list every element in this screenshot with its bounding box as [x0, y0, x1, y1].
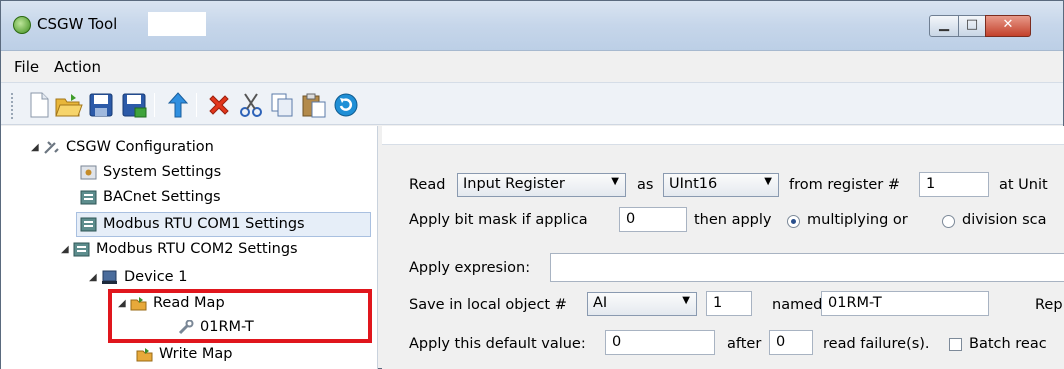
menu-bar: File Action [1, 52, 1063, 82]
close-button[interactable]: ✕ [985, 15, 1031, 37]
modbus-icon [73, 242, 90, 257]
tree-item-system[interactable]: System Settings [80, 160, 221, 184]
default-value-label: Apply this default value: [409, 336, 586, 352]
failures-label: read failure(s). [823, 336, 930, 352]
tree-label-bacnet: BACnet Settings [103, 189, 221, 205]
paste-icon[interactable] [299, 90, 329, 120]
register-form [382, 126, 1064, 369]
system-settings-icon [80, 165, 97, 180]
minimize-button[interactable]: ▁ [929, 15, 959, 37]
tree-item-write-map[interactable]: Write Map [136, 342, 233, 366]
save-object-label: Save in local object # [409, 297, 567, 313]
tree-label-system: System Settings [103, 164, 222, 180]
bacnet-icon [80, 190, 97, 205]
tree-item-bacnet[interactable]: BACnet Settings [80, 185, 221, 209]
after-label: after [727, 336, 762, 352]
dropdown-arrow-icon: ▼ [611, 176, 619, 187]
batch-checkbox[interactable] [949, 338, 962, 351]
rep-label: Rep [1035, 297, 1063, 313]
maximize-button[interactable]: □ [958, 15, 986, 37]
expand-arrow-icon[interactable]: ◢ [31, 142, 43, 153]
refresh-icon[interactable] [331, 90, 361, 120]
app-window: CSGW Tool ▁ □ ✕ File Action ◢ CSGW Confi… [0, 0, 1064, 369]
close-icon: ✕ [1002, 17, 1014, 32]
object-type-value: AI [593, 295, 608, 311]
data-type-value: UInt16 [669, 176, 718, 192]
bit-mask-input[interactable]: 0 [619, 207, 687, 232]
tree-label-root: CSGW Configuration [66, 139, 214, 155]
object-number-input[interactable]: 1 [706, 291, 752, 316]
toolbar-separator [196, 93, 197, 117]
open-icon[interactable] [53, 90, 83, 120]
dropdown-arrow-icon: ▼ [764, 176, 772, 187]
expression-label: Apply expresion: [409, 260, 531, 276]
multiplying-label: multiplying or [807, 212, 908, 228]
window-title: CSGW Tool [37, 15, 118, 33]
device-icon [101, 270, 118, 285]
minimize-icon: ▁ [939, 17, 949, 32]
division-radio[interactable] [942, 215, 955, 228]
tree-label-write-map: Write Map [159, 346, 233, 362]
division-label: division sca [962, 212, 1047, 228]
save-as-icon[interactable] [119, 90, 149, 120]
register-type-value: Input Register [463, 176, 565, 192]
multiplying-radio[interactable] [787, 215, 800, 228]
as-label: as [637, 177, 654, 193]
upload-icon[interactable] [163, 90, 193, 120]
toolbar-grip[interactable] [11, 93, 14, 119]
register-number-input[interactable]: 1 [919, 172, 989, 197]
batch-label: Batch reac [969, 336, 1047, 352]
register-type-select[interactable]: Input Register ▼ [457, 173, 626, 197]
maximize-icon: □ [965, 17, 979, 32]
object-type-select[interactable]: AI ▼ [587, 292, 697, 316]
bit-mask-label: Apply bit mask if applica [409, 212, 588, 228]
title-bar: CSGW Tool ▁ □ ✕ [1, 1, 1063, 51]
default-value-input[interactable]: 0 [605, 330, 715, 355]
tree-label-com2: Modbus RTU COM2 Settings [96, 241, 298, 257]
expression-input[interactable] [550, 253, 1064, 282]
save-icon[interactable] [86, 90, 116, 120]
object-name-input[interactable]: 01RM-T [821, 291, 989, 316]
expand-arrow-icon[interactable]: ◢ [89, 272, 101, 283]
annotation-highlight-box [108, 289, 372, 343]
from-register-label: from register # [789, 177, 901, 193]
app-logo-icon [13, 16, 31, 34]
tree-item-com2[interactable]: ◢ Modbus RTU COM2 Settings [61, 237, 298, 261]
modbus-icon [80, 217, 97, 232]
read-label: Read [409, 177, 446, 193]
write-map-icon [136, 347, 153, 362]
failures-input[interactable]: 0 [769, 330, 813, 355]
tree-item-com1[interactable]: Modbus RTU COM1 Settings [80, 212, 305, 236]
at-unit-label: at Unit [999, 177, 1048, 193]
toolbar-separator [154, 93, 155, 117]
copy-icon[interactable] [267, 90, 297, 120]
menu-file[interactable]: File [14, 58, 39, 76]
menu-action[interactable]: Action [54, 58, 101, 76]
dropdown-arrow-icon: ▼ [682, 295, 690, 306]
expand-arrow-icon[interactable]: ◢ [61, 244, 73, 255]
tree-item-root[interactable]: ◢ CSGW Configuration [31, 135, 214, 159]
toolbar [1, 82, 1063, 125]
tree-label-com1: Modbus RTU COM1 Settings [103, 216, 305, 232]
tools-icon [43, 140, 60, 155]
delete-icon[interactable] [204, 90, 234, 120]
tree-item-device[interactable]: ◢ Device 1 [89, 265, 187, 289]
tree-label-device: Device 1 [124, 269, 188, 285]
then-apply-label: then apply [694, 212, 772, 228]
title-redaction [148, 12, 206, 36]
data-type-select[interactable]: UInt16 ▼ [663, 173, 779, 197]
cut-icon[interactable] [236, 90, 266, 120]
new-icon[interactable] [23, 90, 53, 120]
named-label: named [772, 297, 823, 313]
